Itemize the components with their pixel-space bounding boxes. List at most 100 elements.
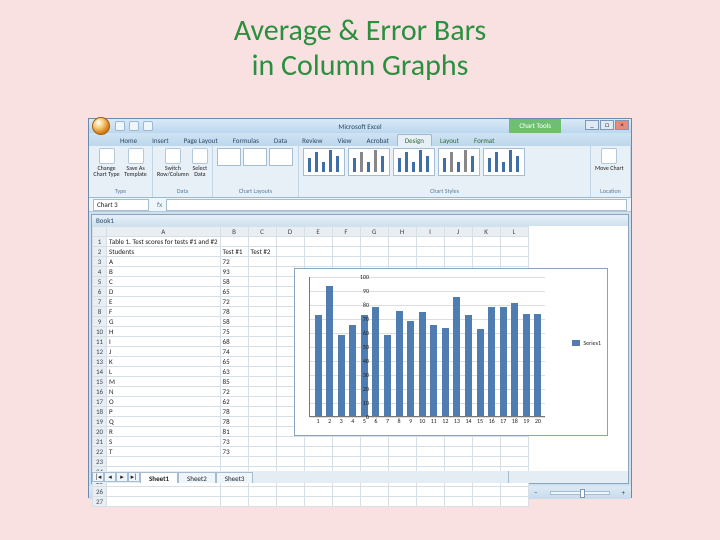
cell[interactable] xyxy=(248,287,276,297)
tab-design[interactable]: Design xyxy=(397,134,432,146)
cell[interactable] xyxy=(472,247,500,257)
save-as-template-button[interactable]: Save As Template xyxy=(123,148,148,177)
cell[interactable] xyxy=(416,457,444,467)
row-header[interactable]: 20 xyxy=(93,427,107,437)
cell[interactable] xyxy=(472,257,500,267)
cell[interactable] xyxy=(444,457,472,467)
chart-bar[interactable] xyxy=(523,314,530,416)
cell[interactable] xyxy=(360,447,388,457)
cell[interactable]: 72 xyxy=(220,387,248,397)
cell[interactable]: 81 xyxy=(220,427,248,437)
col-header[interactable]: L xyxy=(500,227,528,237)
chart-bar[interactable] xyxy=(430,325,437,416)
zoom-in-button[interactable]: + xyxy=(622,488,626,497)
cell[interactable] xyxy=(248,497,276,507)
select-data-button[interactable]: Select Data xyxy=(192,148,208,177)
cell[interactable]: 65 xyxy=(220,287,248,297)
cell[interactable] xyxy=(107,457,221,467)
cell[interactable]: 62 xyxy=(220,397,248,407)
cell[interactable] xyxy=(416,497,444,507)
chart-bar[interactable] xyxy=(453,297,460,416)
cell[interactable]: Test #2 xyxy=(248,247,276,257)
cell[interactable] xyxy=(304,457,332,467)
zoom-out-button[interactable]: − xyxy=(534,488,538,497)
cell[interactable] xyxy=(388,257,416,267)
cell[interactable] xyxy=(248,237,276,247)
office-button[interactable] xyxy=(92,117,110,135)
chart-bar[interactable] xyxy=(534,314,541,416)
cell[interactable] xyxy=(304,437,332,447)
chart-plot-area[interactable]: 1234567891011121314151617181920 xyxy=(309,277,545,417)
cell[interactable] xyxy=(388,437,416,447)
chart-bar[interactable] xyxy=(488,307,495,416)
row-header[interactable]: 16 xyxy=(93,387,107,397)
cell[interactable]: 78 xyxy=(220,417,248,427)
cell[interactable] xyxy=(332,257,360,267)
row-header[interactable]: 8 xyxy=(93,307,107,317)
formula-input[interactable] xyxy=(166,199,627,211)
minimize-button[interactable]: _ xyxy=(585,120,599,130)
cell[interactable]: H xyxy=(107,327,221,337)
row-header[interactable]: 10 xyxy=(93,327,107,337)
cell[interactable] xyxy=(472,487,500,497)
cell[interactable]: M xyxy=(107,377,221,387)
chart-legend[interactable]: Series1 xyxy=(572,339,601,347)
cell[interactable] xyxy=(276,487,304,497)
row-header[interactable]: 14 xyxy=(93,367,107,377)
row-header[interactable]: 6 xyxy=(93,287,107,297)
move-chart-button[interactable]: Move Chart xyxy=(595,148,624,171)
cell[interactable]: Test #1 xyxy=(220,247,248,257)
qat-undo-icon[interactable] xyxy=(129,121,139,131)
cell[interactable] xyxy=(248,277,276,287)
chart-bar[interactable] xyxy=(384,335,391,416)
row-header[interactable]: 27 xyxy=(93,497,107,507)
cell[interactable]: 63 xyxy=(220,367,248,377)
cell[interactable]: 93 xyxy=(220,267,248,277)
cell[interactable]: 73 xyxy=(220,437,248,447)
tab-view[interactable]: View xyxy=(331,135,359,146)
cell[interactable] xyxy=(248,377,276,387)
cell[interactable]: Students xyxy=(107,247,221,257)
close-button[interactable]: × xyxy=(615,120,629,130)
chart-bar[interactable] xyxy=(315,315,322,416)
chart-style-option[interactable] xyxy=(438,148,480,176)
cell[interactable] xyxy=(248,447,276,457)
row-header[interactable]: 19 xyxy=(93,417,107,427)
cell[interactable] xyxy=(416,257,444,267)
cell[interactable] xyxy=(248,357,276,367)
cell[interactable] xyxy=(304,257,332,267)
cell[interactable]: I xyxy=(107,337,221,347)
chart-bar[interactable] xyxy=(396,311,403,416)
cell[interactable] xyxy=(276,237,304,247)
cell[interactable]: 68 xyxy=(220,337,248,347)
cell[interactable] xyxy=(388,497,416,507)
cell[interactable] xyxy=(472,447,500,457)
row-header[interactable]: 7 xyxy=(93,297,107,307)
cell[interactable] xyxy=(220,487,248,497)
cell[interactable] xyxy=(304,447,332,457)
cell[interactable] xyxy=(444,247,472,257)
col-header[interactable]: I xyxy=(416,227,444,237)
sheet-tab-2[interactable]: Sheet2 xyxy=(178,472,216,483)
cell[interactable]: D xyxy=(107,287,221,297)
tab-acrobat[interactable]: Acrobat xyxy=(360,135,396,146)
cell[interactable] xyxy=(248,347,276,357)
cell[interactable] xyxy=(472,497,500,507)
cell[interactable] xyxy=(248,387,276,397)
zoom-slider[interactable] xyxy=(550,491,610,495)
chart-bar[interactable] xyxy=(349,325,356,416)
cell[interactable]: 58 xyxy=(220,317,248,327)
cell[interactable] xyxy=(332,247,360,257)
sheet-tab-1[interactable]: Sheet1 xyxy=(140,472,178,483)
cell[interactable] xyxy=(304,237,332,247)
cell[interactable]: Table 1. Test scores for tests #1 and #2 xyxy=(107,237,221,247)
qat-save-icon[interactable] xyxy=(115,121,125,131)
cell[interactable] xyxy=(248,487,276,497)
cell[interactable] xyxy=(248,427,276,437)
cell[interactable] xyxy=(416,247,444,257)
cell[interactable] xyxy=(500,447,528,457)
row-header[interactable]: 18 xyxy=(93,407,107,417)
cell[interactable]: 58 xyxy=(220,277,248,287)
cell[interactable]: T xyxy=(107,447,221,457)
chart-bar[interactable] xyxy=(419,312,426,416)
